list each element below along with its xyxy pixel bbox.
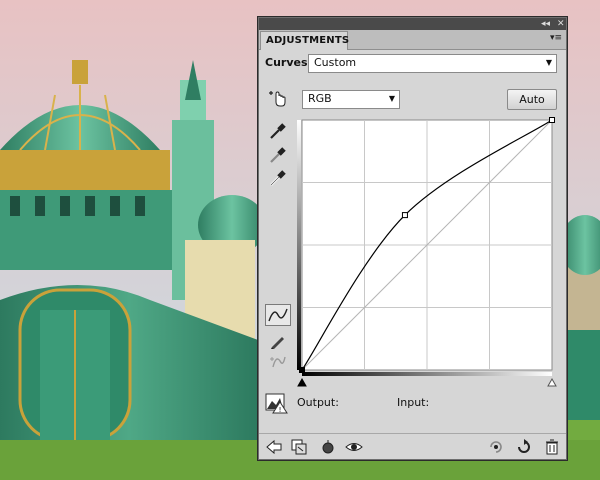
channel-dropdown[interactable]: RGB ▼ (302, 90, 400, 109)
channel-value: RGB (308, 92, 332, 105)
eye-icon[interactable] (345, 438, 363, 456)
clip-to-layer-icon[interactable] (290, 438, 308, 456)
panel-bottom-toolbar (259, 433, 566, 460)
preset-value: Custom (314, 56, 357, 69)
pencil-icon[interactable] (268, 331, 288, 351)
tab-adjustments[interactable]: ADJUSTMENTS (260, 31, 349, 50)
output-gradient-bar (297, 120, 301, 370)
readout-row: ! Output: Input: (265, 392, 561, 416)
curve-control-point[interactable] (549, 117, 555, 123)
trash-icon[interactable] (543, 438, 561, 456)
white-point-slider[interactable] (547, 377, 557, 387)
finger-adjust-icon[interactable] (267, 88, 287, 108)
auto-button[interactable]: Auto (507, 89, 557, 110)
curve-edit-button[interactable] (265, 304, 291, 326)
curves-graph[interactable] (296, 116, 558, 388)
black-point-slider[interactable] (297, 377, 307, 387)
curve-control-point[interactable] (299, 367, 305, 373)
chevron-down-icon: ▼ (545, 58, 552, 67)
reset-icon[interactable] (515, 438, 533, 456)
adjustments-panel: ◂◂ ✕ ADJUSTMENTS ▾≡ Curves Custom ▼ RGB … (258, 17, 567, 460)
output-label: Output: (297, 396, 339, 409)
eyedropper-gray-icon[interactable] (268, 145, 288, 165)
curve-edit-icon (268, 308, 288, 322)
preset-dropdown[interactable]: Custom ▼ (308, 54, 557, 73)
curve-control-point[interactable] (401, 212, 408, 219)
chevron-down-icon: ▼ (388, 94, 395, 103)
svg-text:!: ! (279, 406, 282, 414)
panel-tab-row: ADJUSTMENTS ▾≡ (259, 30, 566, 50)
panel-menu-icon[interactable]: ▾≡ (550, 33, 562, 43)
reset-previous-icon[interactable] (487, 438, 505, 456)
input-label: Input: (397, 396, 430, 409)
panel-titlebar: ◂◂ ✕ (259, 18, 566, 30)
back-arrow-icon[interactable] (265, 438, 283, 456)
smooth-icon[interactable] (268, 351, 288, 371)
eyedropper-black-icon[interactable] (268, 121, 288, 141)
input-gradient-bar (302, 372, 552, 376)
clipping-warning-icon[interactable]: ! (265, 392, 289, 414)
adjustment-type-label: Curves (265, 56, 308, 69)
view-previous-icon[interactable] (319, 438, 337, 456)
collapse-icon[interactable]: ◂◂ (541, 18, 550, 30)
eyedropper-white-icon[interactable] (268, 168, 288, 188)
close-icon[interactable]: ✕ (557, 18, 565, 30)
